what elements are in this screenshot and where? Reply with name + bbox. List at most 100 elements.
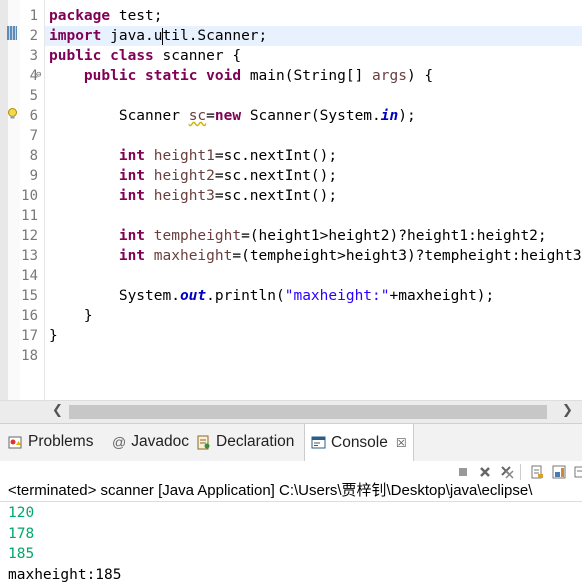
- code-text: til.Scanner;: [162, 28, 268, 44]
- code-editor[interactable]: 1 2 3 4 5 6 7 8 9 10 11 12 13 14 15 16 1…: [0, 0, 582, 400]
- keyword: import: [49, 28, 102, 44]
- terminate-icon[interactable]: [456, 465, 470, 479]
- keyword: int: [118, 228, 146, 244]
- line-number: 1: [29, 8, 38, 24]
- code-text: }: [49, 328, 58, 344]
- code-line-13: int maxheight=(tempheight>height3)?temph…: [49, 246, 582, 266]
- warning-lightbulb-icon[interactable]: [7, 108, 18, 119]
- code-text: test;: [110, 8, 163, 24]
- line-number: 15: [21, 288, 38, 304]
- clear-console-icon[interactable]: [530, 465, 544, 479]
- scroll-lock-icon[interactable]: [552, 465, 566, 479]
- code-text: System.: [118, 288, 180, 304]
- close-tab-icon[interactable]: ☒: [396, 436, 407, 450]
- code-text: }: [83, 308, 93, 324]
- code-line-10: int height3=sc.nextInt();: [49, 186, 582, 206]
- javadoc-at-icon: @: [112, 434, 127, 450]
- variable: height3: [153, 188, 215, 204]
- keyword: static: [145, 68, 198, 84]
- keyword: void: [206, 68, 242, 84]
- tab-console[interactable]: Console ☒: [304, 424, 414, 462]
- keyword: int: [118, 248, 146, 264]
- code-line-4: public static void main(String[] args) {: [49, 66, 582, 86]
- variable: maxheight: [153, 248, 233, 264]
- line-number: 16: [21, 308, 38, 324]
- code-line-17: }: [49, 326, 582, 346]
- code-text: );: [398, 108, 416, 124]
- keyword: public: [49, 48, 102, 64]
- keyword: new: [214, 108, 242, 124]
- horizontal-scrollbar[interactable]: ❮ ❯: [44, 400, 582, 423]
- code-line-6: Scanner sc=new Scanner(System.in);: [49, 106, 582, 126]
- remove-launch-icon[interactable]: [478, 465, 492, 479]
- code-line-15: System.out.println("maxheight:"+maxheigh…: [49, 286, 582, 306]
- code-text: scanner {: [153, 48, 242, 64]
- bookmark-marker-icon[interactable]: [7, 26, 17, 40]
- line-number: 4: [29, 68, 38, 84]
- keyword: int: [118, 168, 146, 184]
- code-text: =sc.nextInt();: [214, 168, 338, 184]
- fold-collapse-icon[interactable]: ⊖: [36, 70, 41, 80]
- variable: height1: [153, 148, 215, 164]
- line-number: 14: [21, 268, 38, 284]
- editor-left-gutter: [0, 0, 8, 400]
- code-text: =(tempheight>height3)?tempheight:height3…: [232, 248, 582, 264]
- variable: args: [372, 68, 407, 84]
- console-input-line: 185: [8, 546, 35, 562]
- line-number: 9: [29, 168, 38, 184]
- code-text: Scanner: [118, 108, 189, 124]
- tab-javadoc[interactable]: @ Javadoc: [112, 433, 189, 451]
- code-line-2-current: import java.util.Scanner;: [45, 26, 582, 46]
- variable-warning[interactable]: sc: [189, 108, 206, 124]
- keyword: class: [110, 48, 154, 64]
- console-output[interactable]: 120 178 185 maxheight:185: [8, 503, 122, 585]
- scroll-left-arrow-icon[interactable]: ❮: [52, 403, 63, 418]
- line-number: 17: [21, 328, 38, 344]
- tab-label: Javadoc: [131, 433, 189, 450]
- line-number: 7: [29, 128, 38, 144]
- keyword: int: [118, 148, 146, 164]
- word-wrap-icon[interactable]: [572, 465, 582, 479]
- code-text: main(String[]: [241, 68, 373, 84]
- problems-icon: [8, 436, 22, 448]
- code-line-1: package test;: [49, 6, 582, 26]
- code-area[interactable]: package test; import java.util.Scanner; …: [45, 6, 582, 366]
- console-input-line: 178: [8, 525, 35, 542]
- tab-declaration[interactable]: Declaration: [196, 433, 294, 451]
- line-number: 11: [21, 208, 38, 224]
- gutter-separator: [44, 0, 45, 400]
- scroll-right-arrow-icon[interactable]: ❯: [562, 403, 573, 418]
- line-number: 12: [21, 228, 38, 244]
- view-tab-bar: Problems @ Javadoc Declaration Console ☒: [0, 423, 582, 462]
- line-number: 3: [29, 48, 38, 64]
- code-text: .println(: [206, 288, 285, 304]
- scrollbar-thumb[interactable]: [69, 405, 547, 419]
- console-input-line: 120: [8, 505, 35, 521]
- line-number: 5: [29, 88, 38, 104]
- code-text: =(height1>height2)?height1:height2;: [241, 228, 547, 244]
- code-text: =sc.nextInt();: [214, 148, 338, 164]
- line-number: 2: [29, 28, 38, 44]
- tab-label: Problems: [28, 433, 94, 450]
- tab-label: Declaration: [216, 433, 295, 450]
- console-process-label: <terminated> scanner [Java Application] …: [0, 480, 582, 502]
- keyword: package: [49, 8, 111, 24]
- console-output-line: maxheight:185: [8, 566, 122, 583]
- code-line-16: }: [49, 306, 582, 326]
- remove-all-terminated-icon[interactable]: [500, 465, 514, 479]
- line-number: 13: [21, 248, 38, 264]
- code-line-3: public class scanner {: [49, 46, 582, 66]
- declaration-icon: [197, 435, 210, 449]
- static-field: in: [380, 108, 399, 124]
- tab-problems[interactable]: Problems: [8, 433, 93, 451]
- variable: tempheight: [153, 228, 242, 244]
- line-number: 6: [29, 108, 38, 124]
- variable: height2: [153, 168, 215, 184]
- code-text: Scanner(System.: [241, 108, 381, 124]
- code-line-9: int height2=sc.nextInt();: [49, 166, 582, 186]
- line-number: 18: [21, 348, 38, 364]
